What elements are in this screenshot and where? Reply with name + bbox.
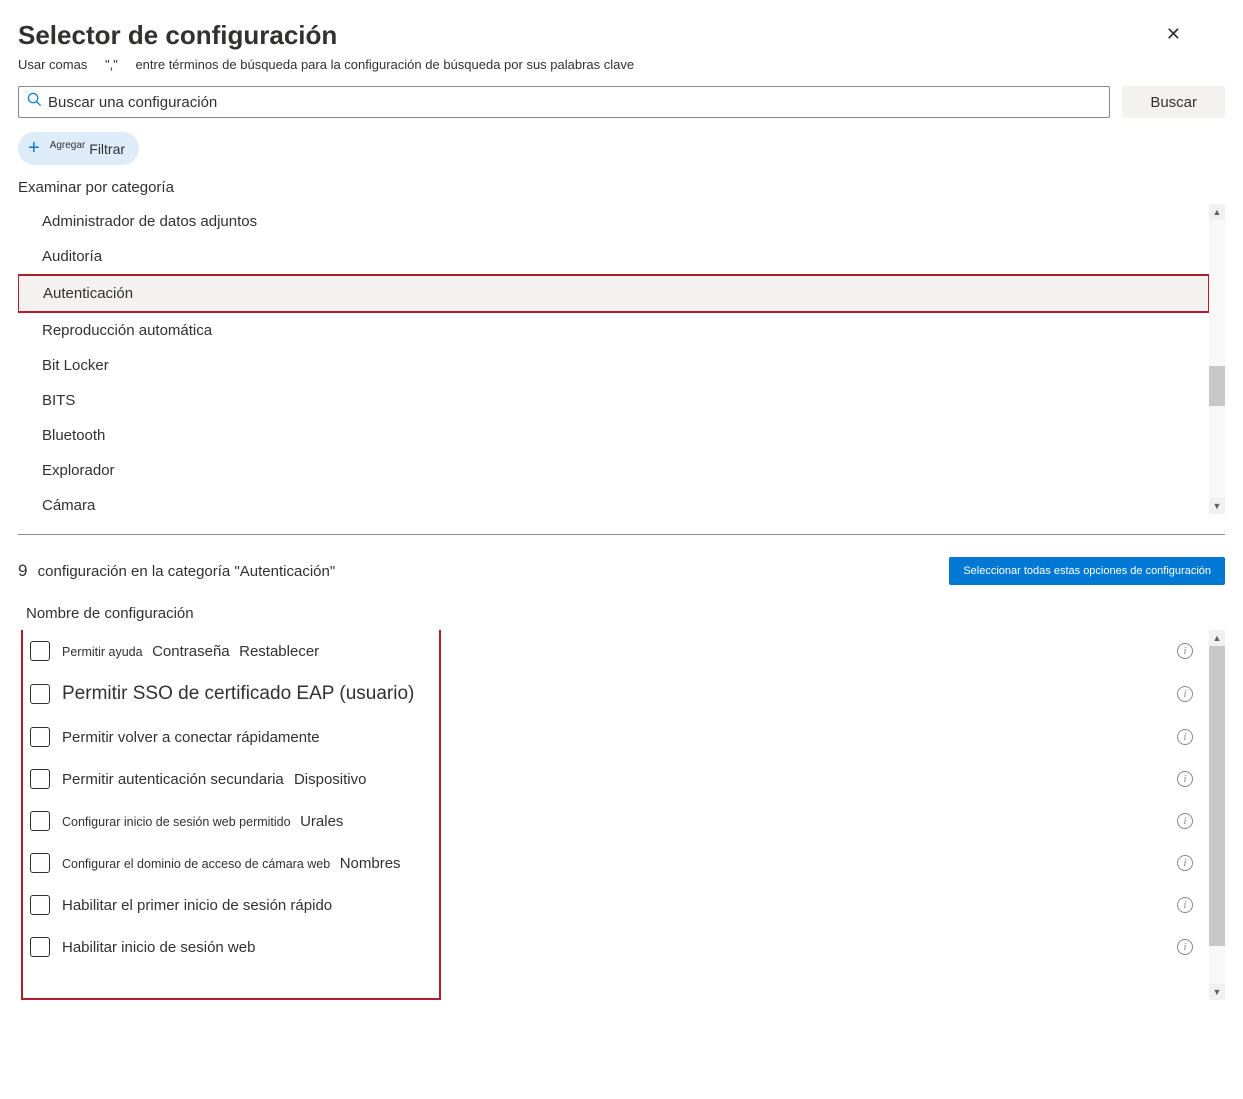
search-box[interactable]: [18, 86, 1110, 118]
filter-label: Filtrar: [89, 141, 125, 157]
setting-checkbox[interactable]: [30, 641, 50, 661]
category-item[interactable]: Autenticación: [18, 274, 1209, 313]
setting-checkbox[interactable]: [30, 811, 50, 831]
setting-checkbox[interactable]: [30, 937, 50, 957]
hint-quote: ",": [105, 57, 118, 72]
setting-label: Configurar el dominio de acceso de cámar…: [62, 855, 1177, 872]
results-count-text: configuración en la categoría: [38, 563, 231, 580]
results-category-name: "Autenticación": [234, 563, 335, 580]
setting-row[interactable]: Habilitar inicio de sesión webi: [18, 926, 1209, 968]
setting-checkbox[interactable]: [30, 684, 50, 704]
search-hint: Usar comas "," entre términos de búsqued…: [18, 57, 1225, 72]
setting-row[interactable]: Habilitar el primer inicio de sesión ráp…: [18, 884, 1209, 926]
scroll-thumb[interactable]: [1209, 646, 1225, 946]
setting-checkbox[interactable]: [30, 853, 50, 873]
setting-row[interactable]: Permitir ayuda Contraseña Restableceri: [18, 630, 1209, 672]
browse-by-category-label: Examinar por categoría: [18, 179, 1225, 196]
add-filter-pill[interactable]: + Agregar Filtrar: [18, 132, 139, 165]
setting-label: Permitir ayuda Contraseña Restablecer: [62, 643, 1177, 660]
setting-row[interactable]: Permitir volver a conectar rápidamentei: [18, 716, 1209, 758]
column-header-name: Nombre de configuración: [18, 605, 1225, 622]
category-list: Administrador de datos adjuntosAuditoría…: [18, 204, 1209, 514]
setting-label: Habilitar el primer inicio de sesión ráp…: [62, 897, 1177, 914]
setting-label: Permitir volver a conectar rápidamente: [62, 729, 1177, 746]
setting-checkbox[interactable]: [30, 727, 50, 747]
info-icon[interactable]: i: [1177, 771, 1193, 787]
results-count: 9 configuración en la categoría "Autenti…: [18, 561, 335, 581]
setting-label: Configurar inicio de sesión web permitid…: [62, 813, 1177, 830]
category-item[interactable]: Cámara: [18, 488, 1209, 514]
setting-row[interactable]: Permitir SSO de certificado EAP (usuario…: [18, 672, 1209, 716]
search-button[interactable]: Buscar: [1122, 86, 1225, 118]
info-icon[interactable]: i: [1177, 897, 1193, 913]
settings-scrollbar[interactable]: ▲ ▼: [1209, 630, 1225, 1000]
search-icon: [27, 92, 42, 112]
info-icon[interactable]: i: [1177, 813, 1193, 829]
setting-label: Permitir autenticación secundaria Dispos…: [62, 771, 1177, 788]
scroll-up-arrow-icon[interactable]: ▲: [1209, 630, 1225, 646]
setting-label: Habilitar inicio de sesión web: [62, 939, 1177, 956]
setting-row[interactable]: Configurar el dominio de acceso de cámar…: [18, 842, 1209, 884]
close-icon[interactable]: ✕: [1162, 20, 1185, 49]
select-all-button[interactable]: Seleccionar todas estas opciones de conf…: [949, 557, 1225, 585]
setting-checkbox[interactable]: [30, 895, 50, 915]
plus-icon: +: [28, 137, 40, 160]
search-input[interactable]: [48, 94, 1101, 111]
info-icon[interactable]: i: [1177, 643, 1193, 659]
scroll-up-arrow-icon[interactable]: ▲: [1209, 204, 1225, 220]
setting-label: Permitir SSO de certificado EAP (usuario…: [62, 683, 1177, 705]
category-scrollbar[interactable]: ▲ ▼: [1209, 204, 1225, 514]
category-item[interactable]: Bit Locker: [18, 348, 1209, 383]
hint-pre: Usar comas: [18, 57, 87, 72]
info-icon[interactable]: i: [1177, 729, 1193, 745]
category-item[interactable]: Bluetooth: [18, 418, 1209, 453]
settings-list: Permitir ayuda Contraseña RestableceriPe…: [18, 630, 1209, 968]
setting-row[interactable]: Permitir autenticación secundaria Dispos…: [18, 758, 1209, 800]
info-icon[interactable]: i: [1177, 855, 1193, 871]
info-icon[interactable]: i: [1177, 939, 1193, 955]
category-item[interactable]: BITS: [18, 383, 1209, 418]
category-scroll-area: Administrador de datos adjuntosAuditoría…: [18, 204, 1225, 514]
scroll-down-arrow-icon[interactable]: ▼: [1209, 498, 1225, 514]
setting-row[interactable]: Configurar inicio de sesión web permitid…: [18, 800, 1209, 842]
results-count-number: 9: [18, 561, 27, 580]
filter-add-label: Agregar: [50, 140, 86, 151]
setting-checkbox[interactable]: [30, 769, 50, 789]
info-icon[interactable]: i: [1177, 686, 1193, 702]
page-title: Selector de configuración: [18, 20, 337, 51]
scroll-thumb[interactable]: [1209, 366, 1225, 406]
category-item[interactable]: Reproducción automática: [18, 313, 1209, 348]
hint-post: entre términos de búsqueda para la confi…: [135, 57, 634, 72]
category-item[interactable]: Administrador de datos adjuntos: [18, 204, 1209, 239]
category-item[interactable]: Auditoría: [18, 239, 1209, 274]
section-divider: [18, 534, 1225, 535]
scroll-down-arrow-icon[interactable]: ▼: [1209, 984, 1225, 1000]
category-item[interactable]: Explorador: [18, 453, 1209, 488]
